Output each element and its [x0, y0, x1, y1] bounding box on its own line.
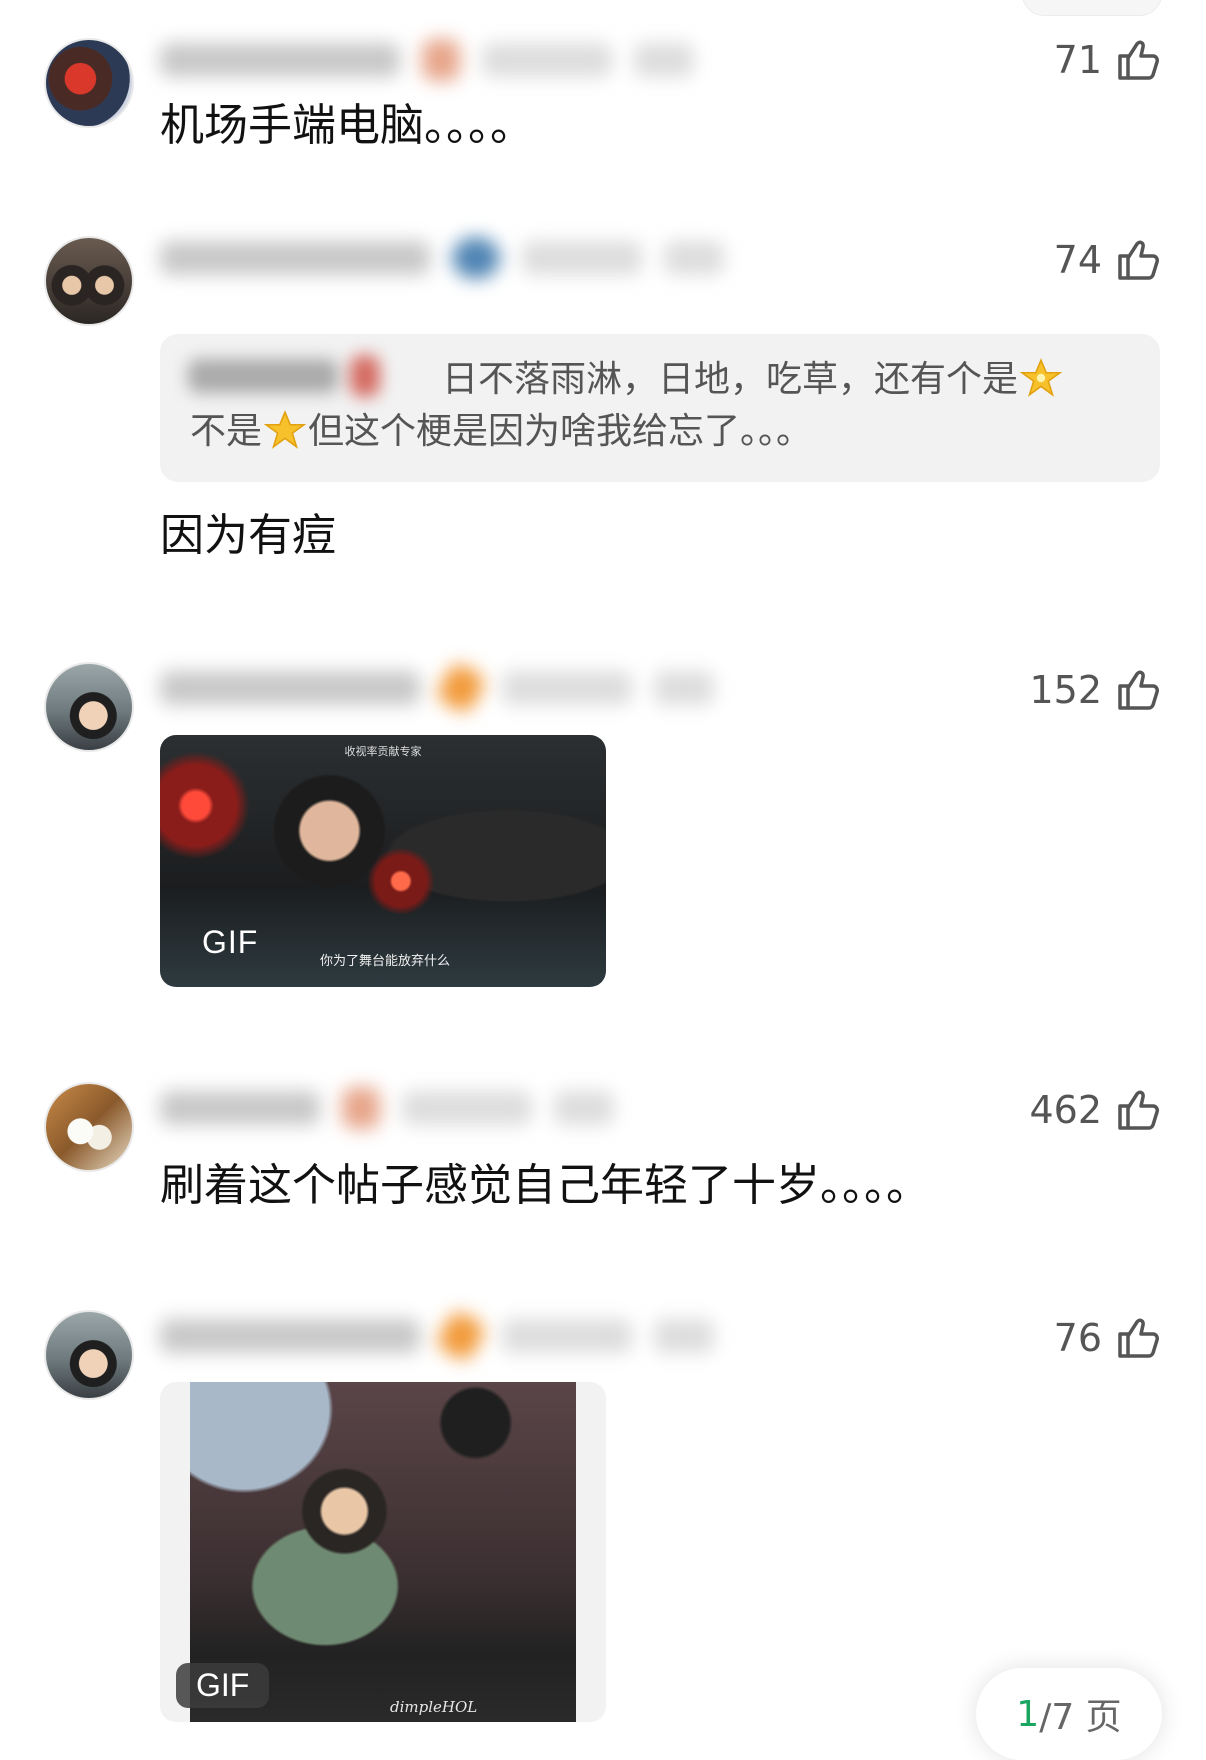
quoted-reply[interactable]: 日不落雨淋，日地，吃草，还有个是 不是 但这个梗是因为啥我给忘了。。。: [160, 334, 1160, 482]
total-pages: /7 页: [1039, 1697, 1122, 1738]
like-button[interactable]: 462: [1029, 1086, 1162, 1134]
top-pill: [1022, 0, 1162, 16]
like-button[interactable]: 152: [1029, 666, 1162, 714]
like-count: 74: [1053, 238, 1102, 282]
comment-text: 刷着这个帖子感觉自己年轻了十岁。。。。: [160, 1160, 930, 1211]
username-blurred: [160, 236, 760, 280]
like-button[interactable]: 71: [1054, 36, 1162, 84]
gif-watermark: dimpleHOL: [390, 1698, 478, 1716]
like-count: 462: [1029, 1088, 1102, 1132]
thumbs-up-icon: [1118, 40, 1159, 80]
avatar[interactable]: [44, 1310, 134, 1400]
username-blurred: [160, 1308, 760, 1364]
glowing-star-emoji-icon: [1020, 358, 1063, 397]
like-count: 71: [1053, 38, 1102, 82]
gif-badge: GIF: [176, 1663, 270, 1708]
quoted-text: 日不落雨淋，日地，吃草，还有个是 不是 但这个梗是因为啥我给忘了。。。: [190, 354, 1120, 458]
username-blurred: [160, 660, 760, 716]
thumbs-up-icon: [1118, 1090, 1159, 1130]
like-button[interactable]: 74: [1054, 236, 1162, 284]
gif-thumbnail[interactable]: 收视率贡献专家 GIF 你为了舞台能放弃什么: [160, 735, 606, 987]
comment-text: 因为有痘: [160, 510, 336, 561]
gif-caption-top: 收视率贡献专家: [344, 745, 422, 758]
avatar[interactable]: [44, 1082, 134, 1172]
page-indicator[interactable]: 1/7 页: [976, 1668, 1162, 1760]
comment-text: 机场手端电脑。。。。: [160, 100, 534, 151]
like-count: 152: [1029, 668, 1102, 712]
username-blurred: [160, 1086, 760, 1130]
thumbs-up-icon: [1118, 240, 1159, 280]
gif-badge: GIF: [202, 924, 259, 960]
avatar[interactable]: [44, 236, 134, 326]
thumbs-up-icon: [1118, 1318, 1159, 1358]
star-emoji-icon: [264, 410, 307, 449]
username-blurred: [160, 38, 760, 82]
like-count: 76: [1053, 1316, 1102, 1360]
gif-thumbnail[interactable]: GIF dimpleHOL: [160, 1382, 606, 1722]
like-button[interactable]: 76: [1054, 1314, 1162, 1362]
current-page: 1: [1016, 1693, 1040, 1735]
avatar[interactable]: [44, 662, 134, 752]
thumbs-up-icon: [1118, 670, 1159, 710]
avatar[interactable]: [44, 38, 134, 128]
gif-subtitle: 你为了舞台能放弃什么: [320, 954, 451, 969]
